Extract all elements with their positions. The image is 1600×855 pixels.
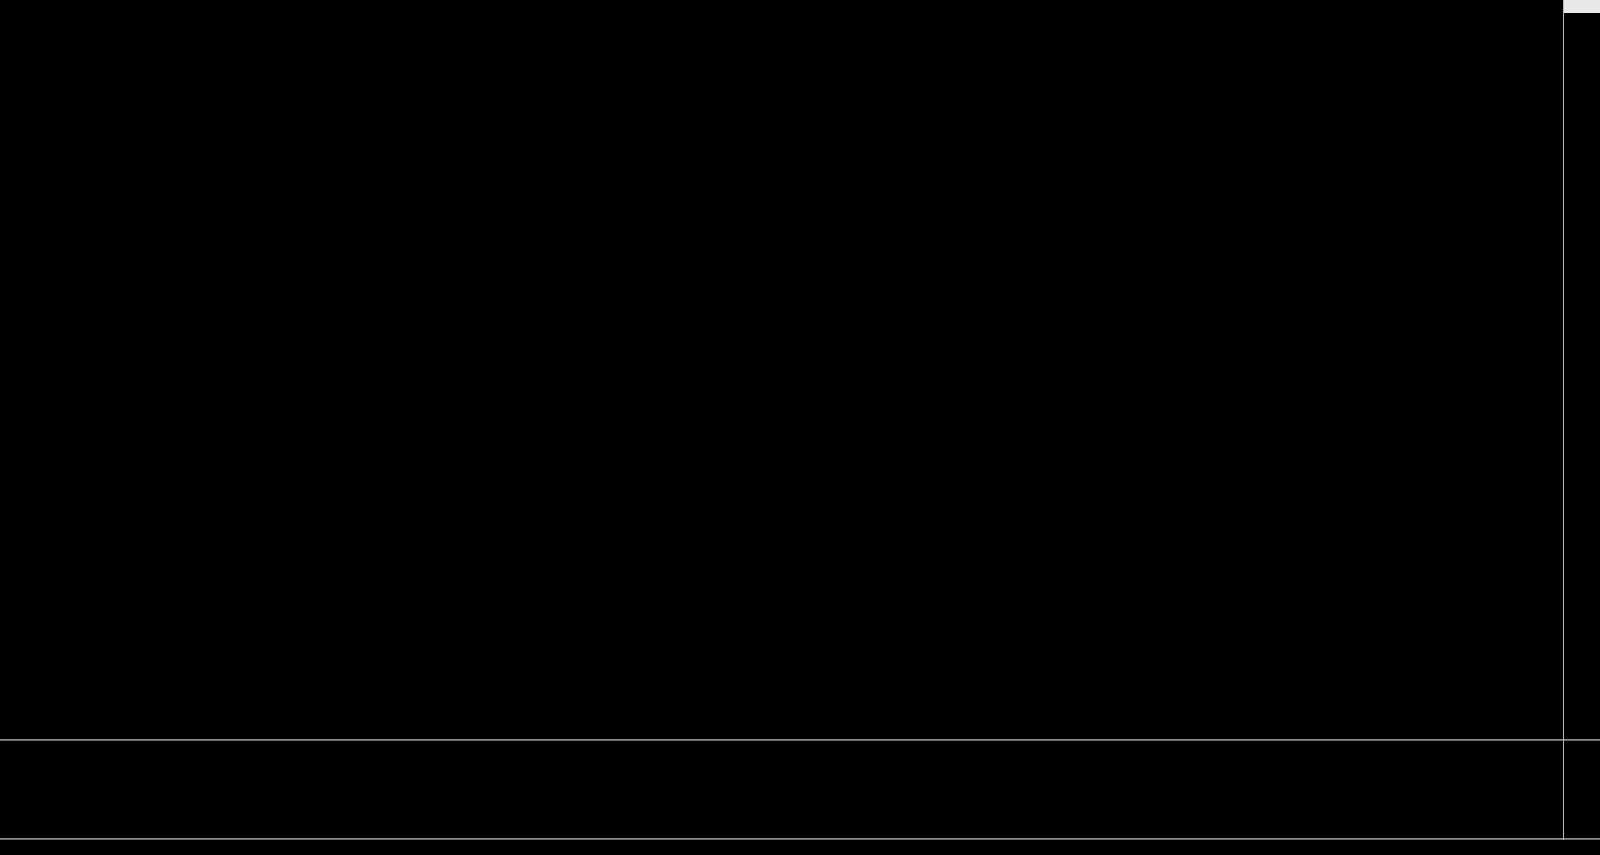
current-price-tag xyxy=(1564,0,1600,13)
chart-title xyxy=(5,4,22,18)
price-axis[interactable] xyxy=(1563,0,1600,739)
time-axis[interactable] xyxy=(0,840,1600,855)
price-chart-canvas[interactable] xyxy=(0,0,1563,739)
stochastic-axis[interactable] xyxy=(1563,741,1600,838)
mt4-chart-window xyxy=(0,0,1600,855)
stochastic-panel-canvas[interactable] xyxy=(0,741,1563,838)
